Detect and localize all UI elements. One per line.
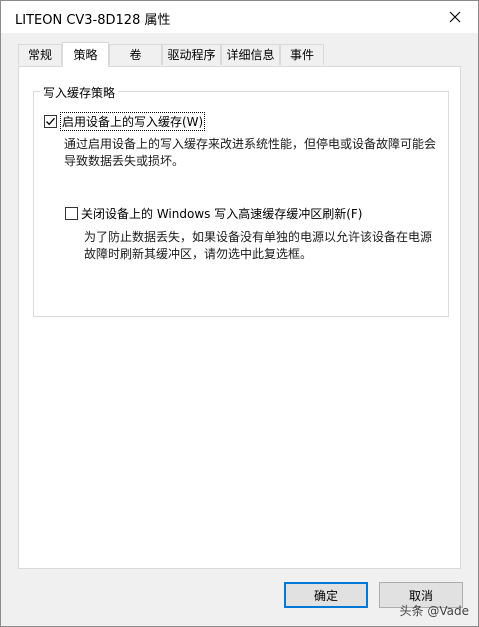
disable-flush-label: 关闭设备上的 Windows 写入高速缓存缓冲区刷新(F)	[81, 207, 363, 221]
disable-flush-description: 为了防止数据丢失，如果设备没有单独的电源以允许该设备在电源故障时刷新其缓冲区，请…	[84, 230, 433, 261]
window-title: LITEON CV3-8D128 属性	[15, 13, 171, 28]
tab-volumes[interactable]: 卷	[109, 44, 162, 65]
tab-details[interactable]: 详细信息	[221, 44, 280, 65]
enable-write-cache-label: 启用设备上的写入缓存(W)	[60, 112, 206, 131]
checkmark-icon	[46, 117, 55, 126]
tab-events[interactable]: 事件	[280, 44, 324, 65]
enable-write-cache-option[interactable]: 启用设备上的写入缓存(W)	[44, 112, 206, 131]
title-bar: LITEON CV3-8D128 属性	[1, 1, 478, 33]
write-cache-policy-group: 写入缓存策略 启用设备上的写入缓存(W) 通过启用设备上的写入缓存来改进系统性能…	[33, 84, 449, 317]
tab-policies[interactable]: 策略	[62, 42, 109, 67]
group-title: 写入缓存策略	[40, 84, 119, 101]
tab-panel-policies: 写入缓存策略 启用设备上的写入缓存(W) 通过启用设备上的写入缓存来改进系统性能…	[18, 66, 461, 569]
tab-driver[interactable]: 驱动程序	[162, 44, 221, 65]
watermark: 头条 @Vade	[399, 604, 469, 618]
enable-write-cache-description: 通过启用设备上的写入缓存来改进系统性能，但停电或设备故障可能会导致数据丢失或损坏…	[64, 137, 437, 168]
close-icon	[449, 11, 461, 23]
ok-button[interactable]: 确定	[284, 582, 368, 608]
tab-general[interactable]: 常规	[18, 44, 62, 65]
close-button[interactable]	[432, 1, 478, 33]
disable-flush-option[interactable]: 关闭设备上的 Windows 写入高速缓存缓冲区刷新(F)	[65, 205, 362, 222]
enable-write-cache-checkbox[interactable]	[44, 115, 57, 128]
disable-flush-checkbox[interactable]	[65, 207, 78, 220]
properties-dialog: LITEON CV3-8D128 属性 常规 策略 卷 驱动程序 详细信息 事件…	[0, 0, 479, 627]
